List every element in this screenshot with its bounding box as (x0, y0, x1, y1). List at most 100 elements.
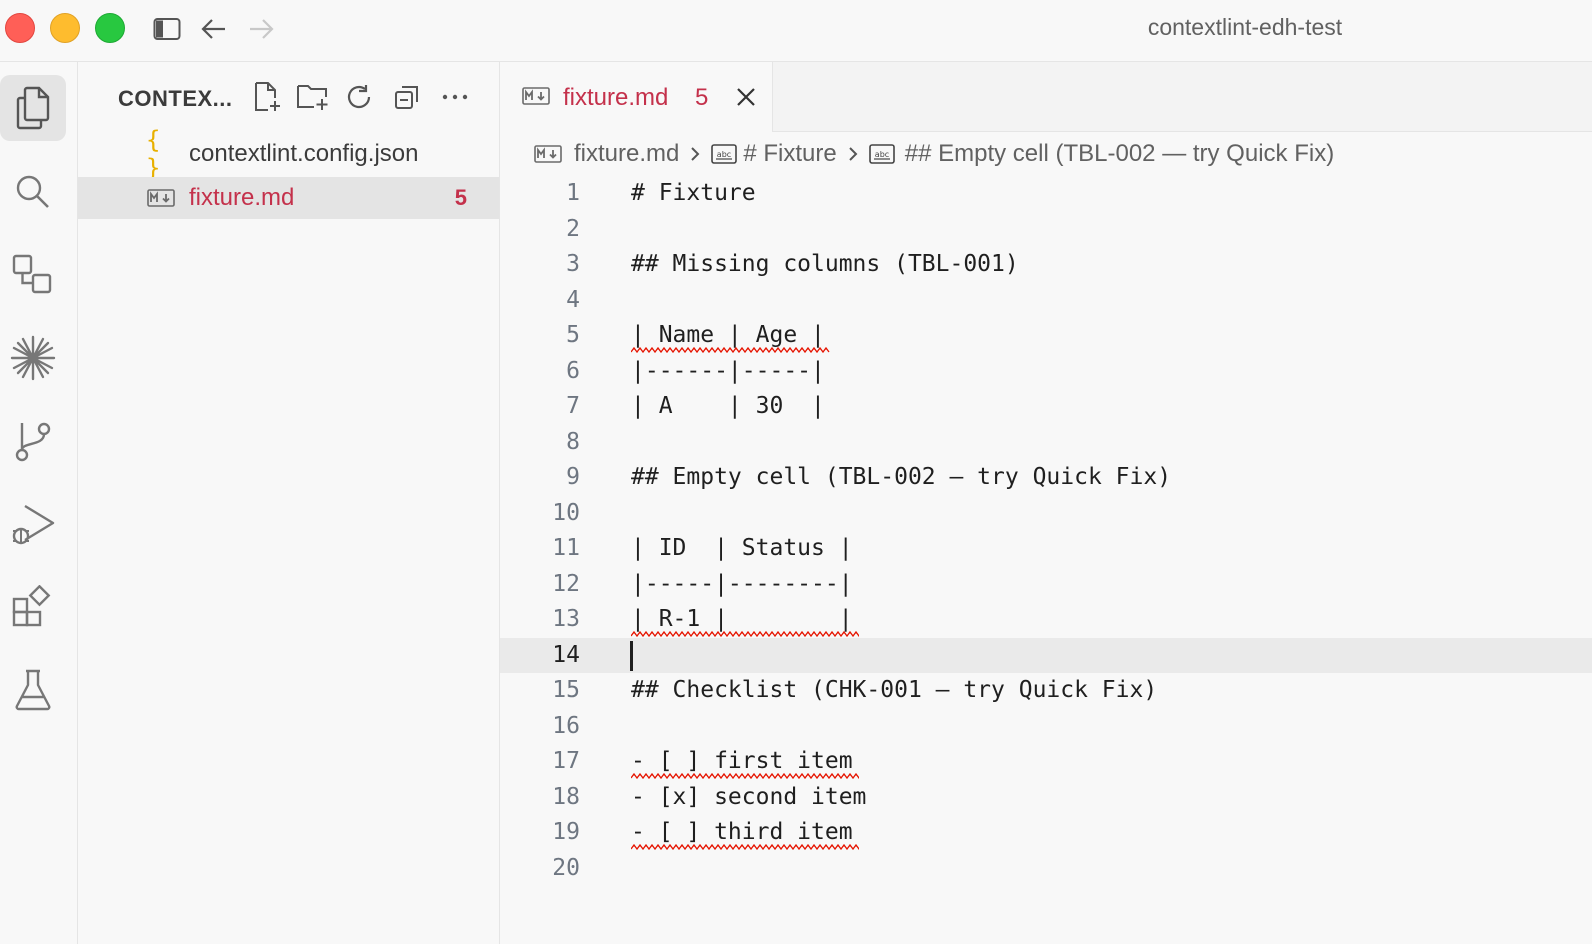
forward-arrow-icon[interactable] (246, 14, 276, 44)
line-number: 3 (566, 251, 580, 277)
window-title: contextlint-edh-test (1147, 14, 1343, 40)
line-number: 12 (552, 570, 580, 597)
line-text: ## Empty cell (TBL-002 — try Quick Fix) (631, 464, 1172, 490)
line-number: 18 (552, 783, 580, 810)
code-line[interactable]: 6 |------|-----| (500, 354, 1592, 390)
line-text: - [x] second item (631, 783, 867, 810)
code-line[interactable]: 16 (500, 709, 1592, 745)
close-window-button[interactable] (5, 13, 35, 43)
code-editor[interactable]: 1 # Fixture 2 3 ## Missing columns (TBL-00… (500, 176, 1592, 944)
line-number: 2 (566, 215, 580, 242)
breadcrumb-file-label: fixture.md (574, 140, 680, 167)
testing-flask-icon[interactable] (0, 657, 66, 723)
code-line[interactable]: 3 ## Missing columns (TBL-001) (500, 247, 1592, 283)
breadcrumb-section-empty-cell[interactable]: abc ## Empty cell (TBL-002 — try Quick F… (868, 140, 1335, 168)
new-file-icon[interactable] (250, 80, 284, 114)
explorer-sidebar: CONTEX... { } contextlint.config.json fi… (78, 62, 500, 944)
collapse-all-icon[interactable] (390, 80, 424, 114)
code-line[interactable]: 9 ## Empty cell (TBL-002 — try Quick Fix) (500, 460, 1592, 496)
tab-fixture-md[interactable]: fixture.md 5 (500, 62, 773, 132)
line-text: |------|-----| (631, 357, 825, 384)
code-line[interactable]: 18 - [x] second item (500, 780, 1592, 816)
code-line[interactable]: 7 | A | 30 | (500, 389, 1592, 425)
code-line[interactable]: 2 (500, 212, 1592, 248)
refresh-icon[interactable] (342, 80, 376, 114)
line-text: ## Checklist (CHK-001 — try Quick Fix) (631, 677, 1158, 703)
line-number: 16 (552, 712, 580, 739)
editor-tabs: fixture.md 5 (500, 62, 1592, 132)
problem-count-badge: 5 (454, 185, 467, 210)
maximize-window-button[interactable] (95, 13, 125, 43)
line-number: 7 (566, 393, 580, 419)
line-number: 19 (552, 819, 580, 845)
line-number: 13 (552, 606, 580, 632)
line-text: | ID | Status | (631, 535, 853, 561)
more-actions-icon[interactable] (438, 80, 472, 114)
code-line[interactable]: 5 | Name | Age | (500, 318, 1592, 354)
file-item-config-json[interactable]: { } contextlint.config.json (78, 126, 499, 182)
line-number: 11 (552, 535, 580, 561)
sparkle-extension-icon[interactable] (0, 325, 66, 391)
text-cursor (630, 640, 633, 671)
breadcrumb-section-label: # Fixture (743, 140, 837, 167)
line-text: | A | 30 | (631, 393, 825, 419)
code-line-current[interactable]: 14 (500, 637, 1592, 673)
line-number: 4 (566, 286, 580, 313)
code-line[interactable]: 19- [ ] third item (500, 815, 1592, 851)
explorer-title: CONTEX... (118, 86, 233, 111)
run-debug-icon[interactable] (0, 491, 66, 557)
line-number: 6 (566, 357, 580, 384)
breadcrumb-file[interactable]: fixture.md (534, 140, 679, 168)
activity-bar (0, 62, 78, 944)
git-branch-icon[interactable] (0, 408, 66, 474)
back-arrow-icon[interactable] (199, 14, 229, 44)
code-line[interactable]: 15 ## Checklist (CHK-001 — try Quick Fix) (500, 673, 1592, 709)
breadcrumb: fixture.md abc # Fixture abc ## Empty ce… (500, 132, 1592, 176)
markdown-icon (146, 189, 176, 207)
chevron-right-icon (847, 145, 859, 163)
tab-label: fixture.md (563, 84, 669, 111)
markdown-icon (522, 87, 550, 110)
line-number: 1 (566, 180, 580, 206)
code-line[interactable]: 20 (500, 851, 1592, 887)
svg-text:abc: abc (717, 150, 731, 159)
line-number: 5 (566, 322, 580, 348)
code-line[interactable]: 13 | R-1 | | (500, 602, 1592, 638)
minimize-window-button[interactable] (50, 13, 80, 43)
file-item-fixture-md[interactable]: fixture.md 5 (78, 177, 499, 219)
json-braces-icon: { } (146, 126, 161, 182)
new-folder-icon[interactable] (296, 80, 330, 114)
tab-problem-count: 5 (695, 84, 709, 111)
line-text: # Fixture (631, 180, 756, 206)
code-line[interactable]: 12 |-----|--------| (500, 567, 1592, 603)
line-text: |-----|--------| (631, 570, 853, 597)
code-line[interactable]: 1 # Fixture (500, 176, 1592, 212)
string-symbol-icon: abc (868, 144, 895, 164)
title-bar: contextlint-edh-test (0, 0, 1592, 62)
markdown-icon (534, 145, 562, 163)
code-line[interactable]: 11 | ID | Status | (500, 531, 1592, 567)
explorer-icon[interactable] (0, 75, 66, 141)
line-text: ## Missing columns (TBL-001) (631, 251, 1019, 277)
extensions-icon[interactable] (0, 574, 66, 640)
line-number: 15 (552, 677, 580, 703)
string-symbol-icon: abc (711, 144, 738, 164)
line-number: 8 (566, 428, 580, 455)
line-number: 20 (552, 854, 580, 881)
svg-text:abc: abc (875, 150, 889, 159)
breadcrumb-section-fixture[interactable]: abc # Fixture (711, 140, 837, 168)
source-control-icon[interactable] (0, 242, 66, 308)
code-line[interactable]: 17- [ ] first item (500, 744, 1592, 780)
code-line[interactable]: 8 (500, 425, 1592, 461)
file-name: contextlint.config.json (189, 140, 419, 167)
toggle-sidebar-icon[interactable] (152, 14, 182, 44)
line-number: 14 (552, 641, 580, 668)
code-line[interactable]: 4 (500, 283, 1592, 319)
line-number: 10 (552, 499, 580, 526)
breadcrumb-section-label: ## Empty cell (TBL-002 — try Quick Fix) (904, 140, 1335, 167)
close-icon[interactable] (732, 83, 760, 111)
line-number: 9 (566, 464, 580, 490)
line-number: 17 (552, 748, 580, 774)
search-icon[interactable] (0, 159, 66, 225)
code-line[interactable]: 10 (500, 496, 1592, 532)
